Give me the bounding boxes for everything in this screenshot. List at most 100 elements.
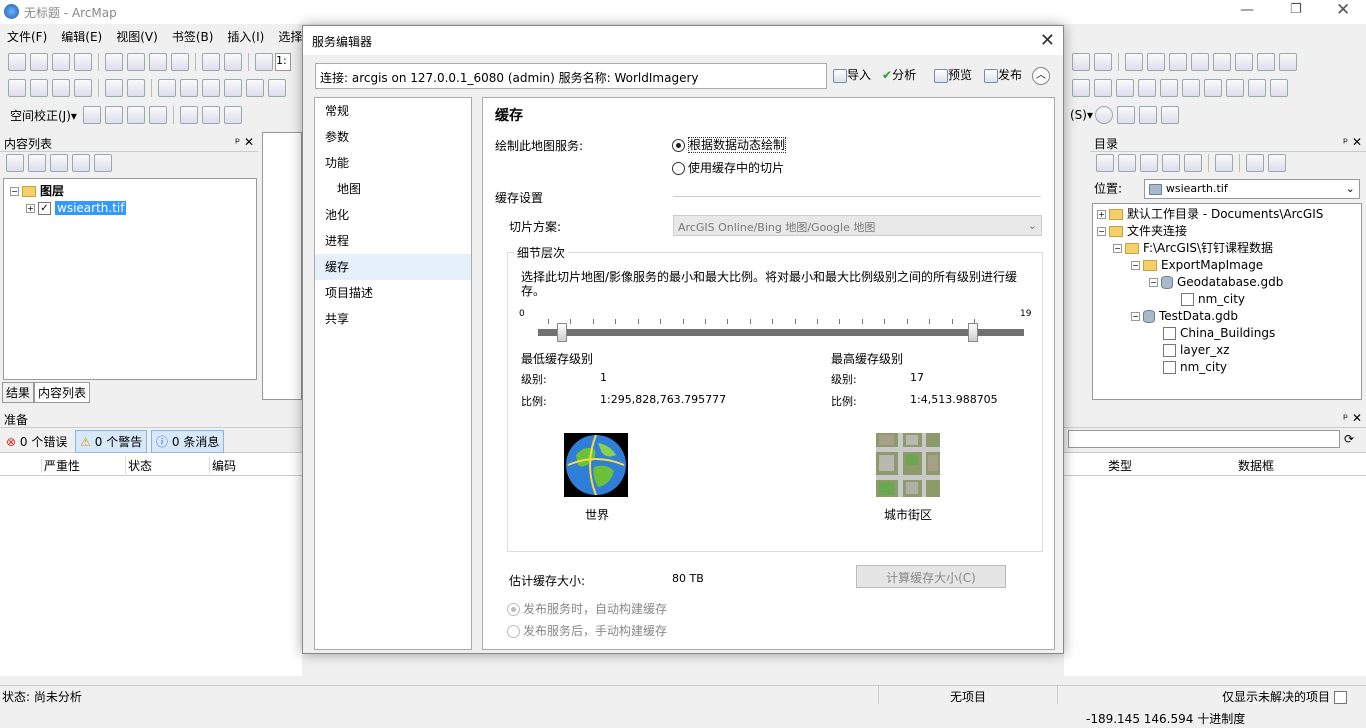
- collapse-icon[interactable]: −: [10, 187, 19, 196]
- list-by-source-icon[interactable]: [28, 154, 46, 172]
- collapse-icon[interactable]: −: [1131, 261, 1140, 270]
- back-arrow-icon[interactable]: [1096, 154, 1114, 172]
- import-button[interactable]: 导入: [833, 66, 871, 83]
- smooth-icon[interactable]: [1226, 79, 1244, 97]
- georef-icon[interactable]: [1125, 53, 1143, 71]
- extend-icon[interactable]: [1270, 79, 1288, 97]
- catalog-item-exportmapimage[interactable]: − ExportMapImage: [1097, 257, 1357, 274]
- nav-map[interactable]: 地图: [315, 176, 471, 202]
- tiling-scheme-dropdown[interactable]: ArcGIS Online/Bing 地图/Google 地图 ⌄: [673, 215, 1042, 236]
- list-by-drawing-order-icon[interactable]: [6, 154, 24, 172]
- list-by-selection-icon[interactable]: [72, 154, 90, 172]
- radio-manual-build[interactable]: 发布服务后，手动构建缓存: [507, 622, 667, 639]
- col-dataframe[interactable]: 数据框: [1238, 459, 1274, 473]
- collapse-icon[interactable]: −: [1149, 278, 1158, 287]
- modify-link-icon[interactable]: [126, 106, 145, 124]
- open-icon[interactable]: [30, 53, 48, 71]
- fixed-zoom-in-icon[interactable]: [105, 79, 123, 97]
- nav-capabilities[interactable]: 功能: [315, 150, 471, 176]
- toc-layer-name[interactable]: wsiearth.tif: [55, 201, 127, 215]
- union-icon[interactable]: [1160, 79, 1178, 97]
- identify-icon[interactable]: [268, 79, 286, 97]
- radio-dynamic-button[interactable]: [672, 139, 685, 152]
- layer-visibility-checkbox[interactable]: ✓: [38, 202, 51, 215]
- new-item-icon[interactable]: [1246, 154, 1264, 172]
- show-unresolved-label[interactable]: 仅显示未解决的项目: [1222, 688, 1351, 705]
- radio-auto-build[interactable]: 发布服务时，自动构建缓存: [507, 600, 667, 617]
- nav-parameters[interactable]: 参数: [315, 124, 471, 150]
- spatial-adjust-menu[interactable]: 空间校正(J)▾: [6, 109, 81, 123]
- collapse-icon[interactable]: −: [1131, 312, 1140, 321]
- dialog-close-icon[interactable]: ✕: [1040, 30, 1055, 51]
- scale-box[interactable]: 1:: [275, 53, 291, 71]
- show-unresolved-checkbox[interactable]: [1333, 691, 1347, 704]
- nav-general[interactable]: 常规: [315, 98, 471, 124]
- collapse-toolbar-icon[interactable]: ︿: [1032, 67, 1050, 85]
- up-folder-icon[interactable]: [1140, 154, 1158, 172]
- paste-icon[interactable]: [149, 53, 167, 71]
- add-data-icon[interactable]: [255, 53, 273, 71]
- select-features-icon[interactable]: [202, 79, 220, 97]
- edit-tool-icon[interactable]: [82, 106, 101, 124]
- menu-view[interactable]: 视图(V): [109, 24, 165, 49]
- print-icon[interactable]: [74, 53, 92, 71]
- tab-results[interactable]: 结果: [2, 382, 35, 403]
- messages-filter[interactable]: ⓘ 0 条消息: [151, 430, 225, 453]
- generalize-icon[interactable]: [1204, 79, 1222, 97]
- warnings-filter[interactable]: ⚠ 0 个警告: [75, 430, 148, 453]
- undo-icon[interactable]: [202, 53, 220, 71]
- new-icon[interactable]: [8, 53, 26, 71]
- home-icon[interactable]: [1162, 154, 1180, 172]
- preview-button[interactable]: 预览: [934, 66, 972, 83]
- col-type[interactable]: 类型: [1108, 457, 1238, 474]
- expand-icon[interactable]: +: [1097, 210, 1106, 219]
- catalog-options-icon[interactable]: [1268, 154, 1286, 172]
- new-link-icon[interactable]: [104, 106, 123, 124]
- nav-pooling[interactable]: 池化: [315, 202, 471, 228]
- fillet-icon[interactable]: [1248, 79, 1266, 97]
- list-by-visibility-icon[interactable]: [50, 154, 68, 172]
- buffer-icon[interactable]: [1138, 79, 1156, 97]
- redo-icon[interactable]: [224, 53, 242, 71]
- collapse-icon[interactable]: −: [1113, 244, 1122, 253]
- clear-selection-icon[interactable]: [224, 79, 242, 97]
- col-code[interactable]: 编码: [210, 457, 294, 474]
- lod-slider-track[interactable]: [538, 329, 1024, 336]
- forward-arrow-icon[interactable]: [1118, 154, 1136, 172]
- catalog-item-default-workspace[interactable]: + 默认工作目录 - Documents\ArcGIS: [1097, 206, 1357, 223]
- nav-processes[interactable]: 进程: [315, 228, 471, 254]
- back-icon[interactable]: [158, 79, 176, 97]
- multi-link-icon[interactable]: [148, 106, 167, 124]
- topology-icon[interactable]: [1072, 53, 1090, 71]
- merge-icon[interactable]: [1116, 79, 1134, 97]
- max-scale-thumb[interactable]: [967, 323, 978, 342]
- view-icon[interactable]: [1215, 154, 1233, 172]
- options-icon[interactable]: [94, 154, 112, 172]
- zoom-in-icon[interactable]: [8, 79, 26, 97]
- delete-icon[interactable]: [171, 53, 189, 71]
- nav-item-description[interactable]: 项目描述: [315, 280, 471, 306]
- tab-toc[interactable]: 内容列表: [34, 382, 91, 403]
- cut-icon[interactable]: [105, 53, 123, 71]
- radio-cached-button[interactable]: [672, 162, 685, 175]
- catalog-item-layer-xz[interactable]: layer_xz: [1097, 342, 1357, 359]
- sketch-icon[interactable]: [1235, 53, 1253, 71]
- catalog-item-nm-city-2[interactable]: nm_city: [1097, 359, 1357, 376]
- collapse-icon[interactable]: −: [1097, 227, 1106, 236]
- adjust-preview-icon[interactable]: [201, 106, 220, 124]
- col-status[interactable]: 状态: [126, 457, 210, 474]
- copy-icon[interactable]: [127, 53, 145, 71]
- expand-icon[interactable]: +: [26, 204, 35, 213]
- minimize-icon[interactable]: —: [1240, 2, 1254, 18]
- save-icon[interactable]: [52, 53, 70, 71]
- vertex-icon[interactable]: [1147, 53, 1165, 71]
- radio-dynamic[interactable]: 根据数据动态绘制: [672, 136, 787, 153]
- errors-filter[interactable]: ⊗ 0 个错误: [2, 431, 71, 452]
- toc-layers-node[interactable]: − 图层: [10, 183, 250, 200]
- menu-file[interactable]: 文件(F): [0, 24, 54, 49]
- publish-button[interactable]: 发布: [984, 66, 1022, 83]
- col-severity[interactable]: 严重性: [42, 457, 126, 474]
- menu-edit[interactable]: 编辑(E): [54, 24, 109, 49]
- freehand-icon[interactable]: [1161, 106, 1180, 124]
- select-elements-icon[interactable]: [246, 79, 264, 97]
